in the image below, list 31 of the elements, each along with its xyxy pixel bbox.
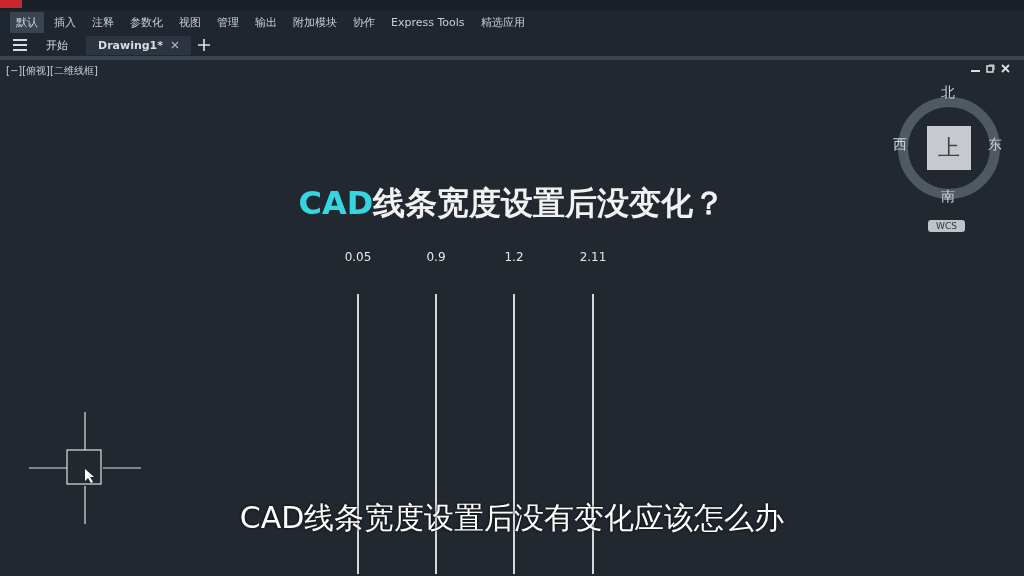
add-icon[interactable] <box>197 38 212 52</box>
file-tab[interactable]: Drawing1* <box>86 35 192 55</box>
line-width-label: 0.9 <box>426 250 446 264</box>
line-width-label: 1.2 <box>504 250 524 264</box>
ribbon-tab[interactable]: Express Tools <box>385 12 471 32</box>
line-width-label: 0.05 <box>344 250 372 264</box>
ribbon-tab[interactable]: 管理 <box>211 11 245 33</box>
ribbon-tab[interactable]: 协作 <box>347 11 381 33</box>
ribbon-tab[interactable]: 默认 <box>10 11 44 33</box>
heading-text: CAD线条宽度设置后没变化？ <box>298 183 726 224</box>
close-icon[interactable] <box>171 41 180 49</box>
compass-direction[interactable]: 西 <box>893 136 907 154</box>
compass-direction[interactable]: 东 <box>988 136 1002 154</box>
close-icon[interactable] <box>1001 64 1010 73</box>
menu-icon[interactable] <box>12 39 28 51</box>
ribbon-tab[interactable]: 参数化 <box>124 11 169 33</box>
compass-direction[interactable]: 南 <box>941 188 955 206</box>
compass-direction[interactable]: 北 <box>941 84 955 102</box>
ribbon-tab[interactable]: 精选应用 <box>474 11 531 33</box>
wcs-menu[interactable]: WCS <box>928 220 965 232</box>
ribbon-tab[interactable]: 插入 <box>48 11 82 33</box>
viewcube-face[interactable]: 上 <box>927 126 971 170</box>
restore-icon[interactable] <box>986 64 995 73</box>
ribbon-tab[interactable]: 输出 <box>249 11 283 33</box>
ribbon-tab[interactable]: 视图 <box>173 11 207 33</box>
ribbon-tab[interactable]: 附加模块 <box>287 11 343 33</box>
file-tab[interactable]: 开始 <box>34 34 80 56</box>
crosshair-cursor-icon <box>29 412 141 524</box>
line-width-label: 2.11 <box>579 250 607 264</box>
ribbon-tab[interactable]: 注释 <box>86 11 120 33</box>
viewport-label[interactable]: [−][俯视][二维线框] <box>6 64 98 78</box>
